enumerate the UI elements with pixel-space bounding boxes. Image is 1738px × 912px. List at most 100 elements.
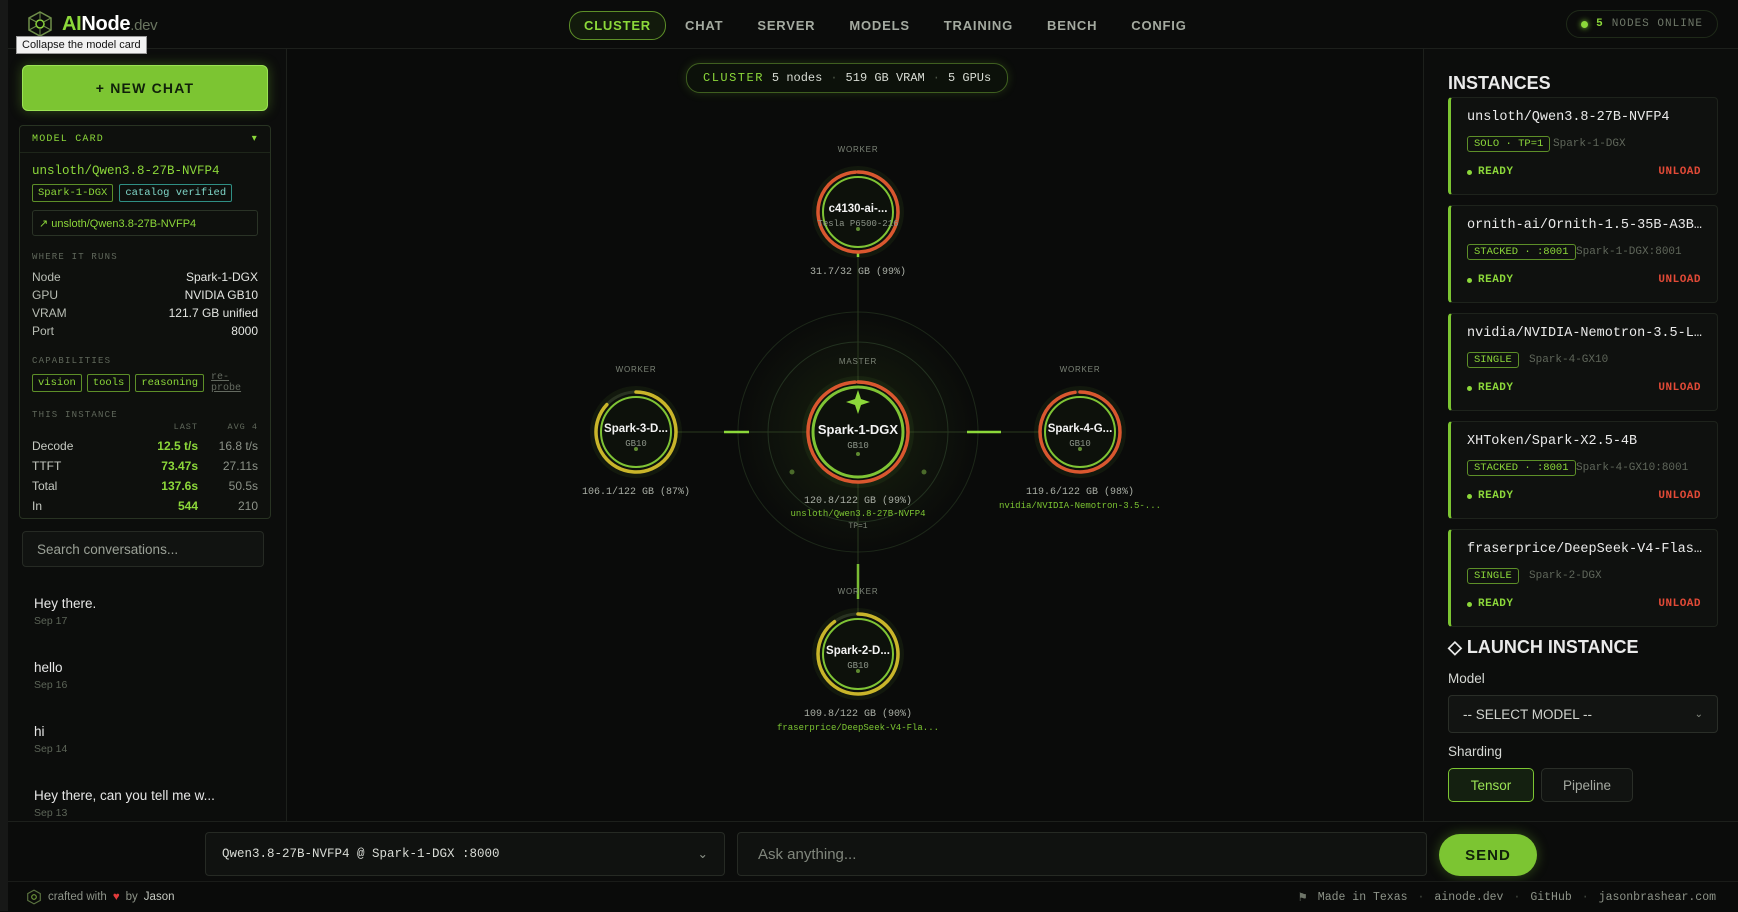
stat-avg: 16.8 t/s <box>218 439 258 453</box>
col-avg: AVG 4 <box>227 422 258 432</box>
footer-made-in: Made in Texas <box>1317 890 1408 904</box>
where-value: NVIDIA GB10 <box>184 288 258 302</box>
reprobe-link[interactable]: re-probe <box>211 372 258 394</box>
node-gpu: GB10 <box>625 439 647 449</box>
instance-node: Spark-1-DGX:8001 <box>1576 246 1682 258</box>
online-dot-icon <box>1581 20 1589 28</box>
where-row-port: Port 8000 <box>32 322 258 340</box>
tab-bench[interactable]: BENCH <box>1032 11 1112 40</box>
node-model: unsloth/Qwen3.8-27B-NVFP4 <box>790 509 925 519</box>
cluster-topology: MASTER Spark-1-DGX GB10 120.8/122 GB (99%) u… <box>582 145 1161 733</box>
unload-button[interactable]: UNLOAD <box>1658 274 1701 286</box>
node-model: nvidia/NVIDIA-Nemotron-3.5-... <box>999 501 1161 511</box>
tab-cluster[interactable]: CLUSTER <box>569 11 666 40</box>
instance-card[interactable]: ornith-ai/Ornith-1.5-35B-A3B-... STACKED… <box>1448 205 1718 303</box>
instance-name: ornith-ai/Ornith-1.5-35B-A3B-... <box>1467 218 1707 233</box>
conversation-date: Sep 16 <box>34 679 68 691</box>
instances-panel: INSTANCES unsloth/Qwen3.8-27B-NVFP4 SOLO… <box>1423 49 1738 821</box>
footer-link-github[interactable]: GitHub <box>1530 891 1571 904</box>
node-tp: TP=1 <box>848 522 867 531</box>
conversation-item[interactable]: hi Sep 14 <box>34 724 264 755</box>
col-last: LAST <box>173 422 198 432</box>
ready-dot-icon <box>1467 277 1472 283</box>
ready-dot-icon <box>1467 601 1472 607</box>
node-gpu: GB10 <box>847 661 869 671</box>
nodes-online-count: 5 <box>1596 18 1604 30</box>
stat-key: In <box>32 499 43 513</box>
node-gpu: GB10 <box>847 441 869 451</box>
instance-status: READY <box>1467 382 1514 394</box>
logo-text-dev: .dev <box>130 16 158 34</box>
footer-link-jasonbrashear[interactable]: jasonbrashear.com <box>1599 891 1716 904</box>
nodes-online-label: NODES ONLINE <box>1611 18 1703 30</box>
unload-button[interactable]: UNLOAD <box>1658 382 1701 394</box>
sharding-pipeline-button[interactable]: Pipeline <box>1541 768 1633 802</box>
instance-badge: STACKED · :8001 <box>1467 244 1576 260</box>
footer-link-ainode[interactable]: ainode.dev <box>1434 891 1503 904</box>
stat-last: 137.6s <box>161 479 198 493</box>
instance-card[interactable]: fraserprice/DeepSeek-V4-Flash... SINGLE … <box>1448 529 1718 627</box>
footer: crafted with ♥ by Jason ⚑ Made in Texas … <box>8 881 1738 912</box>
instance-card[interactable]: XHToken/Spark-X2.5-4B STACKED · :8001 Sp… <box>1448 421 1718 519</box>
unload-button[interactable]: UNLOAD <box>1658 490 1701 502</box>
unload-button[interactable]: UNLOAD <box>1658 166 1701 178</box>
unload-button[interactable]: UNLOAD <box>1658 598 1701 610</box>
chat-model-select[interactable]: Qwen3.8-27B-NVFP4 @ Spark-1-DGX :8000 ⌄ <box>205 832 725 876</box>
conversation-title: Hey there. <box>34 596 97 611</box>
node-memory: 120.8/122 GB (99%) <box>804 495 912 507</box>
heart-icon: ♥ <box>112 891 120 903</box>
ask-input[interactable]: Ask anything... <box>737 832 1427 876</box>
main-nav: CLUSTER CHAT SERVER MODELS TRAINING BENC… <box>569 11 1202 40</box>
collapse-chevron-icon[interactable]: ▾ <box>252 133 258 145</box>
capability-vision: vision <box>32 374 82 392</box>
model-card-title: unsloth/Qwen3.8-27B-NVFP4 <box>32 164 220 178</box>
tab-server[interactable]: SERVER <box>742 11 830 40</box>
instance-badge: SOLO · TP=1 <box>1467 136 1551 152</box>
capability-tools: tools <box>86 374 131 392</box>
model-select[interactable]: -- SELECT MODEL -- ⌄ <box>1448 695 1718 733</box>
send-button[interactable]: SEND <box>1439 834 1537 876</box>
node-name: c4130-ai-... <box>829 203 888 215</box>
top-bar: AINode.dev Collapse the model card CLUST… <box>8 0 1738 54</box>
tab-models[interactable]: MODELS <box>834 11 924 40</box>
search-conversations-input[interactable]: Search conversations... <box>22 531 264 567</box>
stat-row-decode: Decode 12.5 t/s 16.8 t/s <box>32 436 258 456</box>
new-chat-button[interactable]: + NEW CHAT <box>22 65 268 111</box>
chat-bar: Qwen3.8-27B-NVFP4 @ Spark-1-DGX :8000 ⌄ … <box>8 821 1738 888</box>
collapse-tooltip: Collapse the model card <box>16 36 147 54</box>
footer-separator: · <box>1417 890 1425 904</box>
tab-config[interactable]: CONFIG <box>1116 11 1201 40</box>
instance-badge: STACKED · :8001 <box>1467 460 1576 476</box>
logo-text-node: Node <box>81 12 131 35</box>
cluster-gpus: 5 GPUs <box>947 71 992 85</box>
instance-status-label: READY <box>1478 274 1514 286</box>
node-memory: 31.7/32 GB (99%) <box>810 266 906 278</box>
instance-name: unsloth/Qwen3.8-27B-NVFP4 <box>1467 110 1670 125</box>
tab-training[interactable]: TRAINING <box>929 11 1028 40</box>
conversation-item[interactable]: Hey there, can you tell me w... Sep 13 <box>34 788 264 818</box>
model-select-value: -- SELECT MODEL -- <box>1463 706 1593 722</box>
instance-name: fraserprice/DeepSeek-V4-Flash... <box>1467 542 1707 557</box>
footer-author[interactable]: Jason <box>144 891 175 903</box>
model-card-tags: Spark-1-DGX catalog verified <box>32 184 258 202</box>
model-link[interactable]: ↗ unsloth/Qwen3.8-27B-NVFP4 <box>32 210 258 236</box>
instance-card[interactable]: nvidia/NVIDIA-Nemotron-3.5-Li... SINGLE … <box>1448 313 1718 411</box>
cluster-summary-label: CLUSTER <box>703 71 764 85</box>
conversation-item[interactable]: Hey there. Sep 17 <box>34 596 264 627</box>
instance-status: READY <box>1467 598 1514 610</box>
model-card-header[interactable]: MODEL CARD ▾ <box>20 126 270 153</box>
instance-status: READY <box>1467 274 1514 286</box>
stat-key: TTFT <box>32 459 62 473</box>
instance-badge: SINGLE <box>1467 352 1519 368</box>
stat-last: 73.47s <box>161 459 198 473</box>
conversation-item[interactable]: hello Sep 16 <box>34 660 264 691</box>
footer-separator: · <box>1513 890 1521 904</box>
tab-chat[interactable]: CHAT <box>670 11 738 40</box>
instance-card[interactable]: unsloth/Qwen3.8-27B-NVFP4 SOLO · TP=1 Sp… <box>1448 97 1718 195</box>
texas-icon: ⚑ <box>1297 891 1308 905</box>
footer-credit: crafted with ♥ by Jason <box>26 882 174 912</box>
node-role-label: WORKER <box>838 145 879 154</box>
where-key: VRAM <box>32 306 67 320</box>
sharding-tensor-button[interactable]: Tensor <box>1448 768 1534 802</box>
node-memory: 109.8/122 GB (90%) <box>804 708 912 720</box>
